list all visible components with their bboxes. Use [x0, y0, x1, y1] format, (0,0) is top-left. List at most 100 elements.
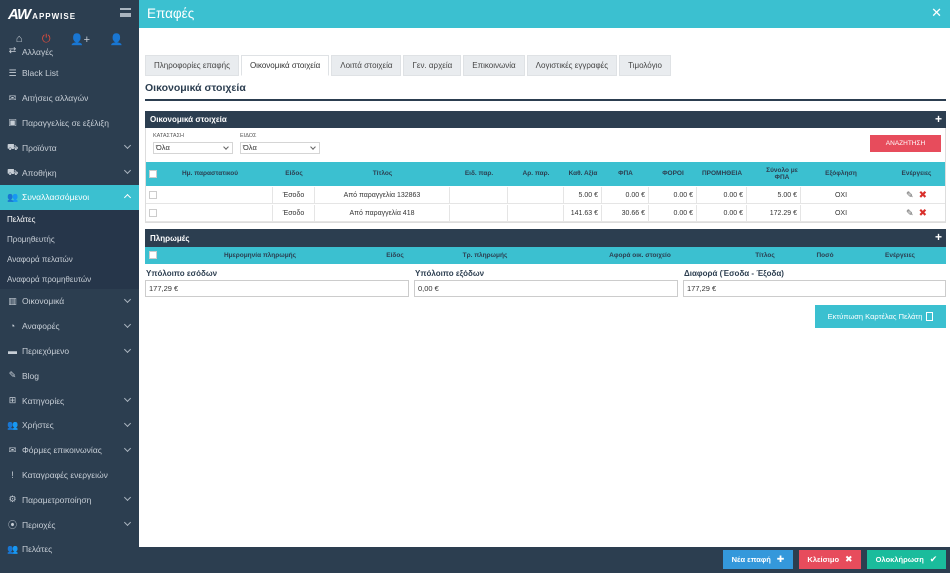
chevron-down-icon: [123, 142, 132, 150]
close-label: Κλείσιμο: [807, 555, 840, 564]
user-icon[interactable]: 👤: [110, 33, 124, 46]
chevron-down-icon: [123, 494, 132, 502]
home-icon[interactable]: ⌂: [16, 33, 23, 45]
payments-panel-header: Πληρωμές +: [145, 229, 946, 247]
exclamation-icon: !: [11, 469, 14, 480]
complete-button[interactable]: Ολοκλήρωση ✔: [867, 550, 946, 569]
tab-accounting-entries[interactable]: Λογιστικές εγγραφές: [526, 55, 618, 76]
sidebar-item-changes[interactable]: ⇄ Αλλαγές: [0, 45, 139, 61]
users-icon: 👥: [7, 191, 19, 202]
sidebar-subitem-supplier-report[interactable]: Αναφορά προμηθευτών: [0, 269, 139, 289]
sidebar-item-clients[interactable]: 👥 Πελάτες: [0, 537, 139, 562]
complete-label: Ολοκλήρωση: [875, 555, 924, 564]
chevron-down-icon: [123, 345, 132, 353]
status-filter-select[interactable]: Όλα: [153, 142, 233, 154]
sidebar: AW APPWISE ⌂ ⏻ 👤+ 👤 ⇄ Αλλαγές ☰ Black List …: [0, 0, 139, 573]
add-payment-icon[interactable]: +: [935, 230, 942, 244]
tab-general-files[interactable]: Γεν. αρχεία: [403, 55, 462, 76]
sitemap-icon: ⊞: [8, 395, 17, 406]
search-button[interactable]: ΑΝΑΖΗΤΗΣΗ: [870, 135, 941, 152]
sidebar-item-label: Οικονομικά: [22, 296, 65, 307]
sidebar-item-blog[interactable]: ✎ Blog: [0, 363, 139, 388]
chevron-down-icon: [123, 519, 132, 527]
section-divider: [145, 99, 946, 101]
top-bar: Επαφές ✕: [139, 0, 950, 28]
hamburger-menu-icon[interactable]: [120, 8, 131, 17]
folder-icon: ▬: [8, 345, 17, 356]
sidebar-item-orders-in-progress[interactable]: ▣ Παραγγελίες σε εξέλιξη: [0, 111, 139, 136]
tab-other-data[interactable]: Λοιπά στοιχεία: [331, 55, 402, 76]
sidebar-item-reports[interactable]: ◔ Αναφορές: [0, 314, 139, 339]
sidebar-item-categories[interactable]: ⊞ Κατηγορίες: [0, 388, 139, 413]
user-group-icon: 👥: [7, 419, 19, 430]
tab-invoice[interactable]: Τιμολόγιο: [619, 55, 671, 76]
sidebar-item-partners[interactable]: 👥 Συναλλασσόμενοι: [0, 184, 139, 210]
difference-field[interactable]: 177,29 €: [683, 280, 946, 297]
tab-contact-info[interactable]: Πληροφορίες επαφής: [145, 55, 239, 76]
power-icon[interactable]: ⏻: [42, 33, 51, 46]
sidebar-item-label: Χρήστες: [22, 420, 54, 431]
chevron-down-icon: [123, 419, 132, 427]
box-icon: ▣: [8, 117, 17, 128]
close-icon[interactable]: ✕: [931, 5, 942, 21]
economic-panel-title: Οικονομικά στοιχεία: [150, 115, 227, 124]
col-amount[interactable]: Ποσό: [805, 247, 845, 264]
expense-balance-field[interactable]: 0,00 €: [414, 280, 678, 297]
sidebar-item-content[interactable]: ▬ Περιεχόμενο: [0, 339, 139, 364]
economic-filters: ΚΑΤΑΣΤΑΣΗ Όλα ΕΙΔΟΣ Όλα ΑΝΑΖΗΤΗΣΗ: [145, 128, 946, 162]
sidebar-item-label: Καταγραφές ενεργειών: [22, 469, 108, 480]
sidebar-item-blacklist[interactable]: ☰ Black List: [0, 61, 139, 86]
sidebar-item-label: Αναφορές: [22, 321, 60, 332]
sidebar-item-products[interactable]: ⛟ Προϊόντα: [0, 135, 139, 160]
select-all-payments-checkbox[interactable]: [149, 251, 157, 259]
sidebar-subitem-customers[interactable]: Πελάτες: [0, 209, 139, 230]
pie-chart-icon: ◔: [9, 321, 16, 332]
sidebar-item-users[interactable]: 👥 Χρήστες: [0, 413, 139, 438]
list-icon: ☰: [8, 67, 17, 78]
envelope-icon: ✉: [8, 92, 17, 103]
check-icon: ✔: [929, 554, 938, 564]
col-payment-type[interactable]: Είδος: [365, 247, 425, 264]
sidebar-item-action-logs[interactable]: ! Καταγραφές ενεργειών: [0, 463, 139, 488]
expense-balance-label: Υπόλοιπο εξόδων: [415, 269, 485, 278]
economic-table-border: [145, 162, 946, 223]
sidebar-item-label: Αποθήκη: [22, 167, 57, 178]
section-title: Οικονομικά στοιχεία: [145, 82, 246, 94]
add-user-icon[interactable]: 👤+: [70, 33, 90, 46]
col-payment-actions[interactable]: Ενέργειες: [875, 247, 925, 264]
tab-bar: Πληροφορίες επαφής Οικονομικά στοιχεία Λ…: [145, 55, 673, 76]
close-button[interactable]: Κλείσιμο ✖: [799, 550, 861, 569]
sidebar-subitem-customer-report[interactable]: Αναφορά πελατών: [0, 249, 139, 270]
logo[interactable]: AW APPWISE: [8, 6, 76, 23]
logo-sub: APPWISE: [32, 11, 77, 21]
print-customer-card-button[interactable]: Εκτύπωση Καρτέλας Πελάτη: [815, 305, 946, 328]
col-payment-method[interactable]: Τρ. πληρωμής: [445, 247, 525, 264]
type-filter-select[interactable]: Όλα: [240, 142, 320, 154]
sidebar-item-label: Αλλαγές: [22, 47, 54, 57]
chevron-down-icon: [123, 444, 132, 452]
sidebar-item-warehouse[interactable]: ⛟ Αποθήκη: [0, 160, 139, 185]
new-contact-button[interactable]: Νέα επαφή ✚: [723, 550, 793, 569]
col-related-item[interactable]: Αφορά οικ. στοιχείο: [585, 247, 695, 264]
payments-panel-title: Πληρωμές: [150, 233, 190, 243]
sidebar-item-settings[interactable]: ⚙ Παραμετροποίηση: [0, 487, 139, 512]
sidebar-item-label: Προϊόντα: [22, 142, 57, 153]
col-payment-date[interactable]: Ημερομηνία πληρωμής: [205, 247, 315, 264]
col-payment-title[interactable]: Τίτλος: [735, 247, 795, 264]
income-balance-field[interactable]: 177,29 €: [145, 280, 409, 297]
sidebar-item-label: Περιοχές: [22, 519, 56, 530]
tab-communication[interactable]: Επικοινωνία: [463, 55, 525, 76]
sidebar-subitem-supplier[interactable]: Προμηθευτής: [0, 229, 139, 250]
tab-financial-data[interactable]: Οικονομικά στοιχεία: [240, 55, 330, 76]
pdf-icon: [926, 312, 934, 321]
add-economic-icon[interactable]: +: [935, 112, 942, 126]
chevron-down-icon: [123, 295, 132, 304]
chevron-up-icon: [123, 193, 132, 202]
payments-table-header: Ημερομηνία πληρωμής Είδος Τρ. πληρωμής Α…: [145, 247, 946, 264]
sidebar-item-label: Κατηγορίες: [22, 395, 65, 406]
sidebar-item-financial[interactable]: ▥ Οικονομικά: [0, 289, 139, 314]
sidebar-item-label: Περιεχόμενο: [22, 345, 70, 356]
sidebar-item-regions[interactable]: ⦿ Περιοχές: [0, 512, 139, 537]
sidebar-item-contact-forms[interactable]: ✉ Φόρμες επικοινωνίας: [0, 438, 139, 463]
sidebar-item-change-requests[interactable]: ✉ Αιτήσεις αλλαγών: [0, 86, 139, 111]
